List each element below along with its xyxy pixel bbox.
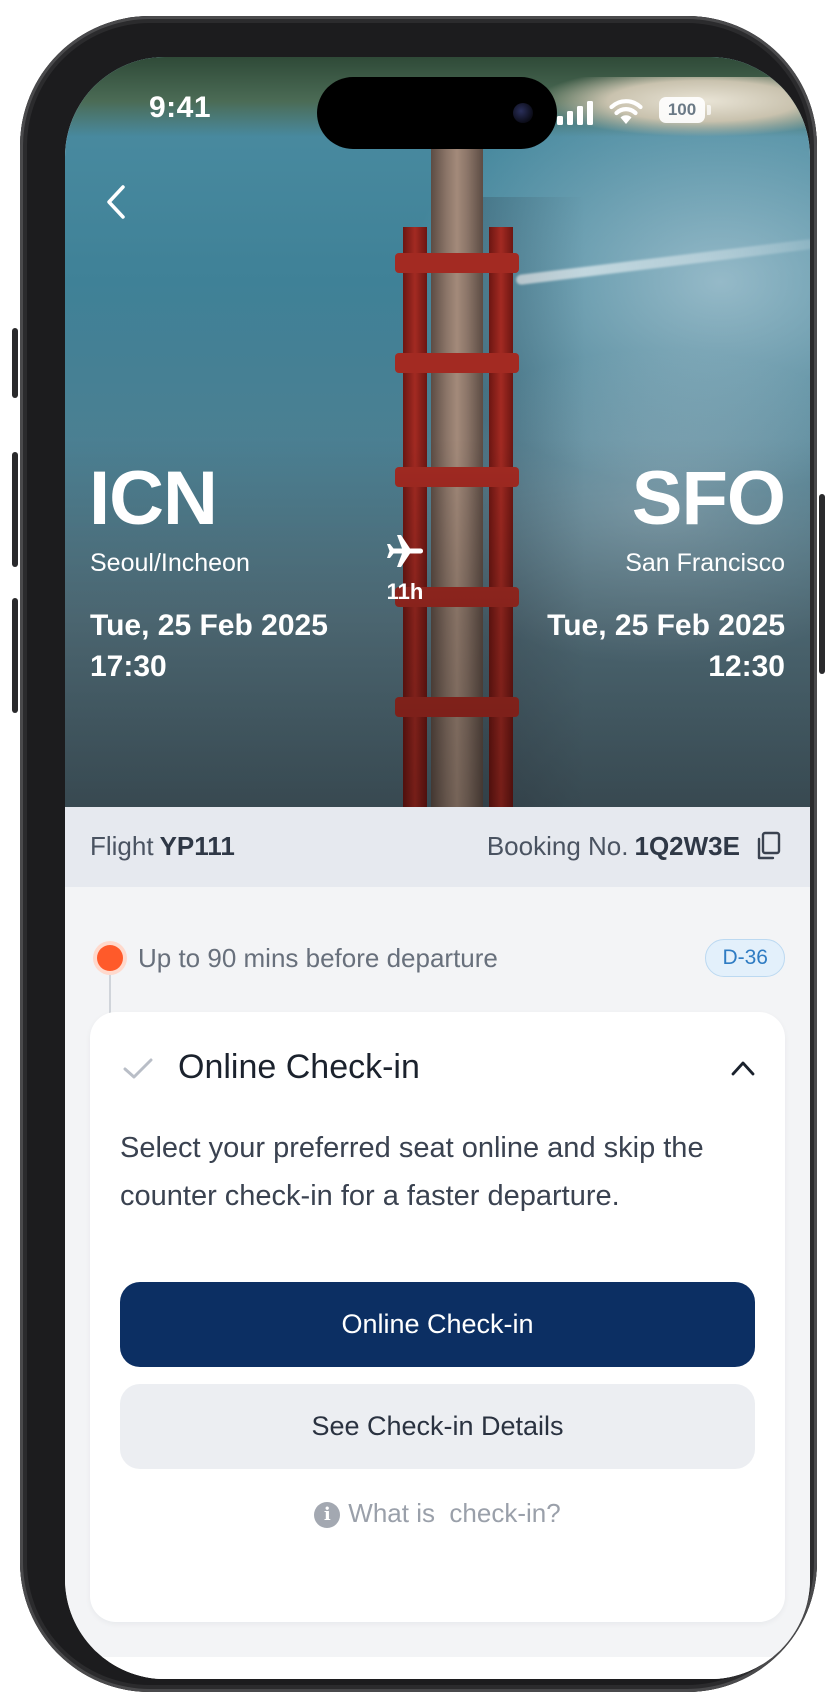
timeline-dot — [97, 945, 123, 971]
checkin-card: Online Check-in Select your preferred se… — [90, 1012, 785, 1622]
info-icon: i — [314, 1502, 341, 1528]
origin-city: Seoul/Incheon — [90, 549, 250, 577]
checkin-section: Up to 90 mins before departure D-36 Onli… — [65, 887, 810, 1679]
online-checkin-button[interactable]: Online Check-in — [120, 1282, 755, 1367]
what-is-checkin-link[interactable]: i What is check-in? — [90, 1498, 785, 1529]
help-link-label: What is check-in? — [348, 1498, 561, 1528]
flight-number-group: Flight YP111 — [90, 831, 235, 862]
chevron-up-icon[interactable] — [726, 1052, 760, 1084]
origin-date: Tue, 25 Feb 2025 — [90, 609, 328, 642]
flight-number: YP111 — [159, 831, 235, 861]
power-button — [819, 494, 825, 674]
battery-icon: 100 — [659, 97, 705, 123]
wifi-icon — [609, 99, 643, 124]
flight-duration: 11h — [386, 579, 424, 604]
volume-up-button — [12, 452, 18, 567]
copy-icon[interactable] — [756, 831, 782, 861]
status-time: 9:41 — [149, 91, 212, 124]
origin-code: ICN — [89, 456, 218, 541]
card-description: Select your preferred seat online and sk… — [120, 1132, 704, 1212]
destination-city: San Francisco — [625, 549, 785, 577]
bridge-beam — [395, 253, 519, 273]
d-day-badge: D-36 — [705, 939, 785, 977]
booking-number: 1Q2W3E — [634, 831, 741, 861]
timeline-step-text: Up to 90 mins before departure — [138, 943, 498, 973]
see-checkin-details-button[interactable]: See Check-in Details — [120, 1384, 755, 1469]
card-title: Online Check-in — [178, 1048, 420, 1086]
hero-image: 9:41 100 ICN SFO Seoul/Incheon San Franc… — [65, 57, 810, 807]
battery-nub — [707, 105, 711, 115]
flight-label: Flight — [90, 831, 154, 861]
airplane-icon — [387, 535, 423, 567]
status-bar: 9:41 100 — [65, 57, 810, 157]
volume-down-button — [12, 598, 18, 713]
phone-frame: 9:41 100 ICN SFO Seoul/Incheon San Franc… — [12, 16, 825, 1692]
check-icon — [123, 1058, 153, 1079]
booking-number-group: Booking No. 1Q2W3E — [487, 831, 740, 862]
destination-datetime: Tue, 25 Feb 2025 12:30 — [547, 605, 785, 687]
bottom-safe-area — [65, 1657, 810, 1679]
origin-time: 17:30 — [90, 650, 167, 683]
flight-info-bar: Flight YP111 Booking No. 1Q2W3E — [65, 807, 810, 887]
signal-icon — [557, 101, 593, 125]
dynamic-island — [317, 77, 557, 149]
screen: 9:41 100 ICN SFO Seoul/Incheon San Franc… — [65, 57, 810, 1679]
booking-label: Booking No. — [486, 831, 629, 861]
origin-datetime: Tue, 25 Feb 2025 17:30 — [90, 605, 328, 687]
action-button — [12, 328, 18, 398]
destination-code: SFO — [631, 456, 786, 541]
destination-time: 12:30 — [708, 650, 785, 683]
back-icon[interactable] — [95, 177, 139, 227]
bridge-beam — [395, 353, 519, 373]
camera-icon — [513, 103, 533, 123]
destination-date: Tue, 25 Feb 2025 — [547, 609, 785, 642]
